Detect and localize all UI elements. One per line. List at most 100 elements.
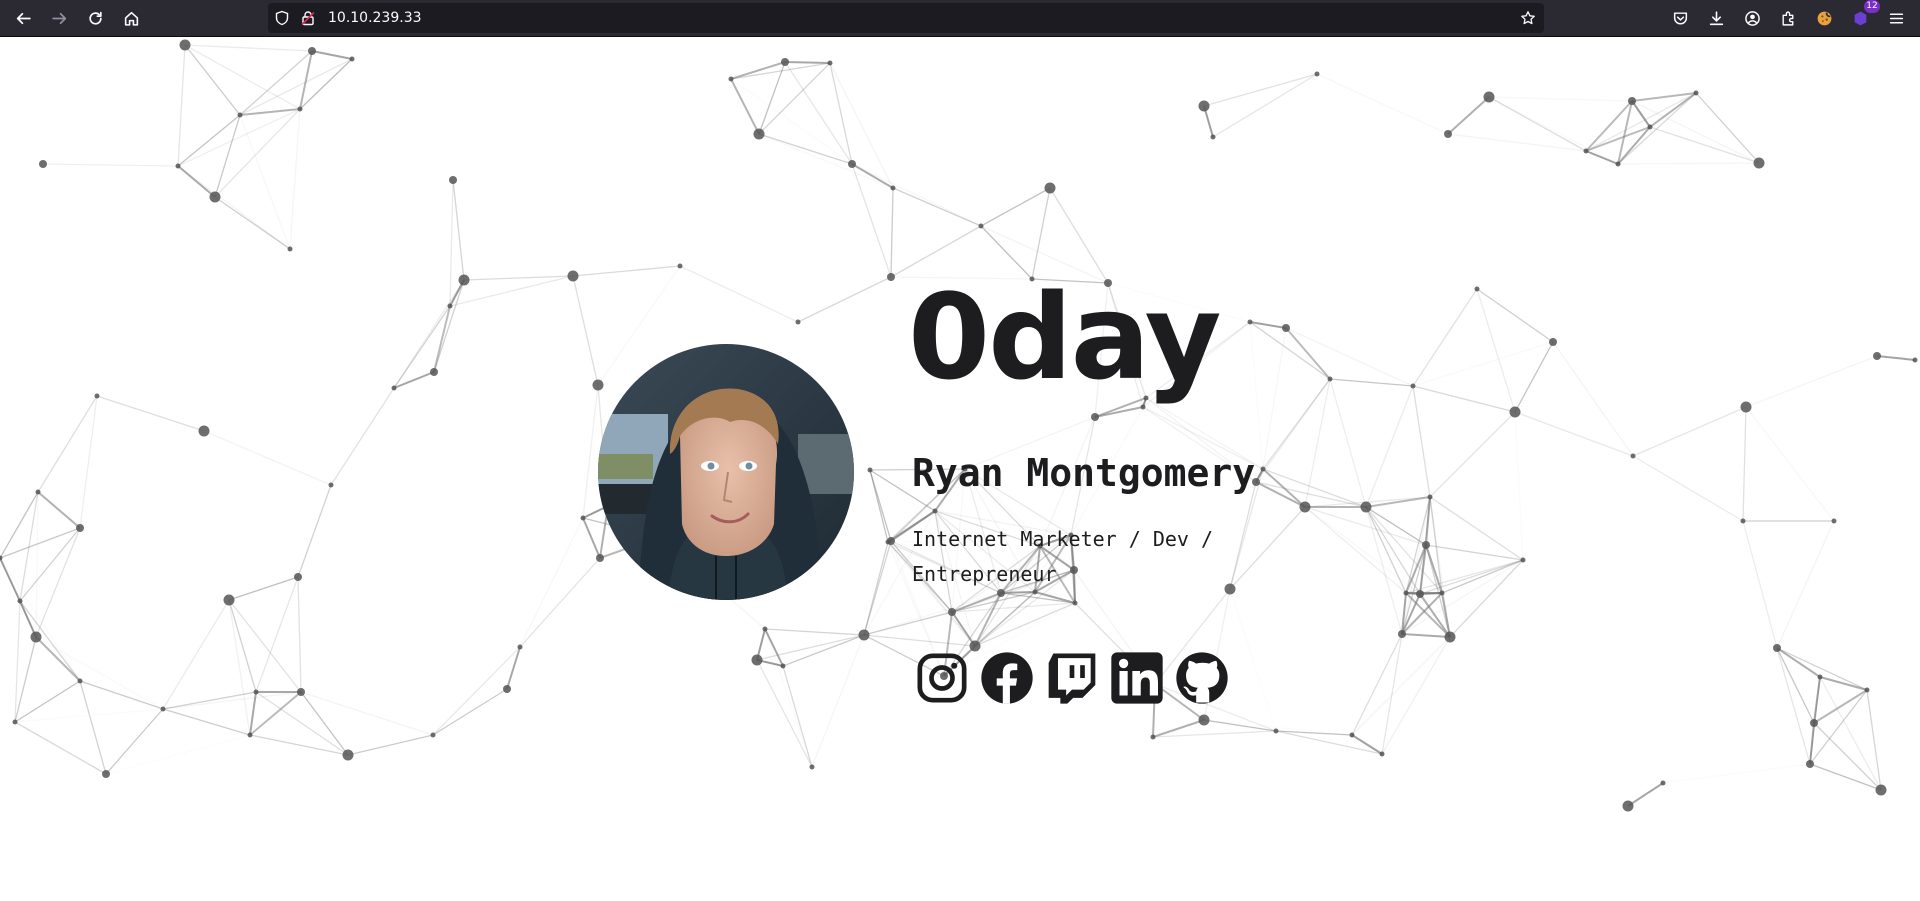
network-link <box>1285 327 1331 380</box>
insecure-lock-icon[interactable] <box>300 10 316 26</box>
account-button[interactable] <box>1737 3 1767 33</box>
twitch-icon <box>1048 653 1096 704</box>
instagram-link[interactable] <box>914 650 970 706</box>
network-node <box>827 60 833 66</box>
extensions-button[interactable] <box>1773 3 1803 33</box>
home-icon <box>124 11 138 26</box>
network-link <box>432 688 508 736</box>
forward-button[interactable] <box>44 3 74 33</box>
url-bar[interactable]: 10.10.239.33 <box>268 3 1544 33</box>
foxyproxy-extension-button[interactable]: 12 <box>1845 0 1880 33</box>
shield-icon[interactable] <box>274 10 290 26</box>
network-link <box>300 691 349 756</box>
page-content: 0day Ryan Montgomery Internet Marketer /… <box>0 37 1920 901</box>
network-node <box>517 644 523 650</box>
back-button[interactable] <box>8 3 38 33</box>
puzzle-piece-icon <box>1781 11 1793 26</box>
network-link <box>1412 288 1478 387</box>
network-link <box>1631 100 1760 164</box>
network-link <box>730 78 760 135</box>
network-link <box>1250 322 1263 469</box>
network-node <box>30 631 42 643</box>
network-link <box>1249 321 1287 329</box>
network-link <box>892 187 982 227</box>
network-link <box>79 680 107 775</box>
profile-photo-image <box>598 344 854 600</box>
site-title: 0day <box>908 268 1221 406</box>
bookmark-star-icon[interactable] <box>1520 10 1536 26</box>
network-link <box>582 384 599 519</box>
menu-button[interactable] <box>1881 3 1911 33</box>
network-link <box>1412 385 1431 498</box>
network-link <box>228 599 257 693</box>
pocket-button[interactable] <box>1665 3 1695 33</box>
tagline: Internet Marketer / Dev / Entrepreneur <box>912 527 1214 586</box>
network-node <box>1282 324 1290 332</box>
linkedin-link[interactable] <box>1109 650 1165 706</box>
home-button[interactable] <box>116 3 146 33</box>
downloads-button[interactable] <box>1701 3 1731 33</box>
network-node <box>567 270 579 282</box>
url-text[interactable]: 10.10.239.33 <box>328 3 422 33</box>
facebook-link[interactable] <box>979 650 1035 706</box>
network-node <box>580 515 586 521</box>
network-node <box>795 319 801 325</box>
network-node <box>76 524 84 532</box>
network-node <box>1439 590 1445 596</box>
network-node <box>1509 406 1521 418</box>
network-link <box>14 721 107 775</box>
github-link[interactable] <box>1174 650 1230 706</box>
network-node <box>809 764 815 770</box>
linkedin-icon <box>1111 652 1163 704</box>
network-link <box>1515 412 1523 560</box>
facebook-icon <box>981 652 1033 704</box>
network-node <box>297 688 305 696</box>
network-node <box>1444 130 1452 138</box>
pocket-icon <box>1673 11 1687 25</box>
network-link <box>35 527 81 638</box>
network-link <box>1776 647 1868 691</box>
network-node <box>349 56 355 62</box>
cookie-extension-button[interactable] <box>1809 3 1839 33</box>
network-node <box>596 554 604 562</box>
twitch-link[interactable] <box>1044 650 1100 706</box>
network-node <box>223 594 235 606</box>
network-link <box>1441 559 1524 594</box>
network-link <box>177 44 186 167</box>
network-node <box>1410 383 1416 389</box>
network-node <box>1628 97 1636 105</box>
github-icon <box>1176 652 1228 704</box>
network-node <box>253 689 259 695</box>
network-link <box>1585 150 1619 165</box>
network-link <box>1230 589 1276 731</box>
network-node <box>198 425 210 437</box>
network-node <box>1198 100 1210 112</box>
network-node <box>1912 357 1918 363</box>
network-node <box>1327 376 1333 382</box>
network-link <box>851 163 892 278</box>
network-link <box>37 491 81 529</box>
network-link <box>162 691 257 710</box>
network-node <box>1864 687 1870 693</box>
network-node <box>160 706 166 712</box>
network-node <box>287 246 293 252</box>
network-node <box>39 160 47 168</box>
network-node <box>890 185 896 191</box>
network-link <box>811 634 865 768</box>
network-node <box>175 163 181 169</box>
network-node <box>1379 751 1385 757</box>
network-link <box>35 636 164 710</box>
network-link <box>1745 355 1878 408</box>
network-node <box>1831 518 1837 524</box>
social-links <box>914 650 1230 706</box>
person-name: Ryan Montgomery <box>912 451 1256 495</box>
network-node <box>1444 631 1456 643</box>
network-link <box>679 265 799 323</box>
network-link <box>1316 73 1449 135</box>
network-link <box>764 628 865 636</box>
network-link <box>1632 455 1744 522</box>
reload-button[interactable] <box>80 3 110 33</box>
network-node <box>1740 401 1752 413</box>
network-link <box>1285 327 1414 387</box>
network-node <box>1247 319 1253 325</box>
